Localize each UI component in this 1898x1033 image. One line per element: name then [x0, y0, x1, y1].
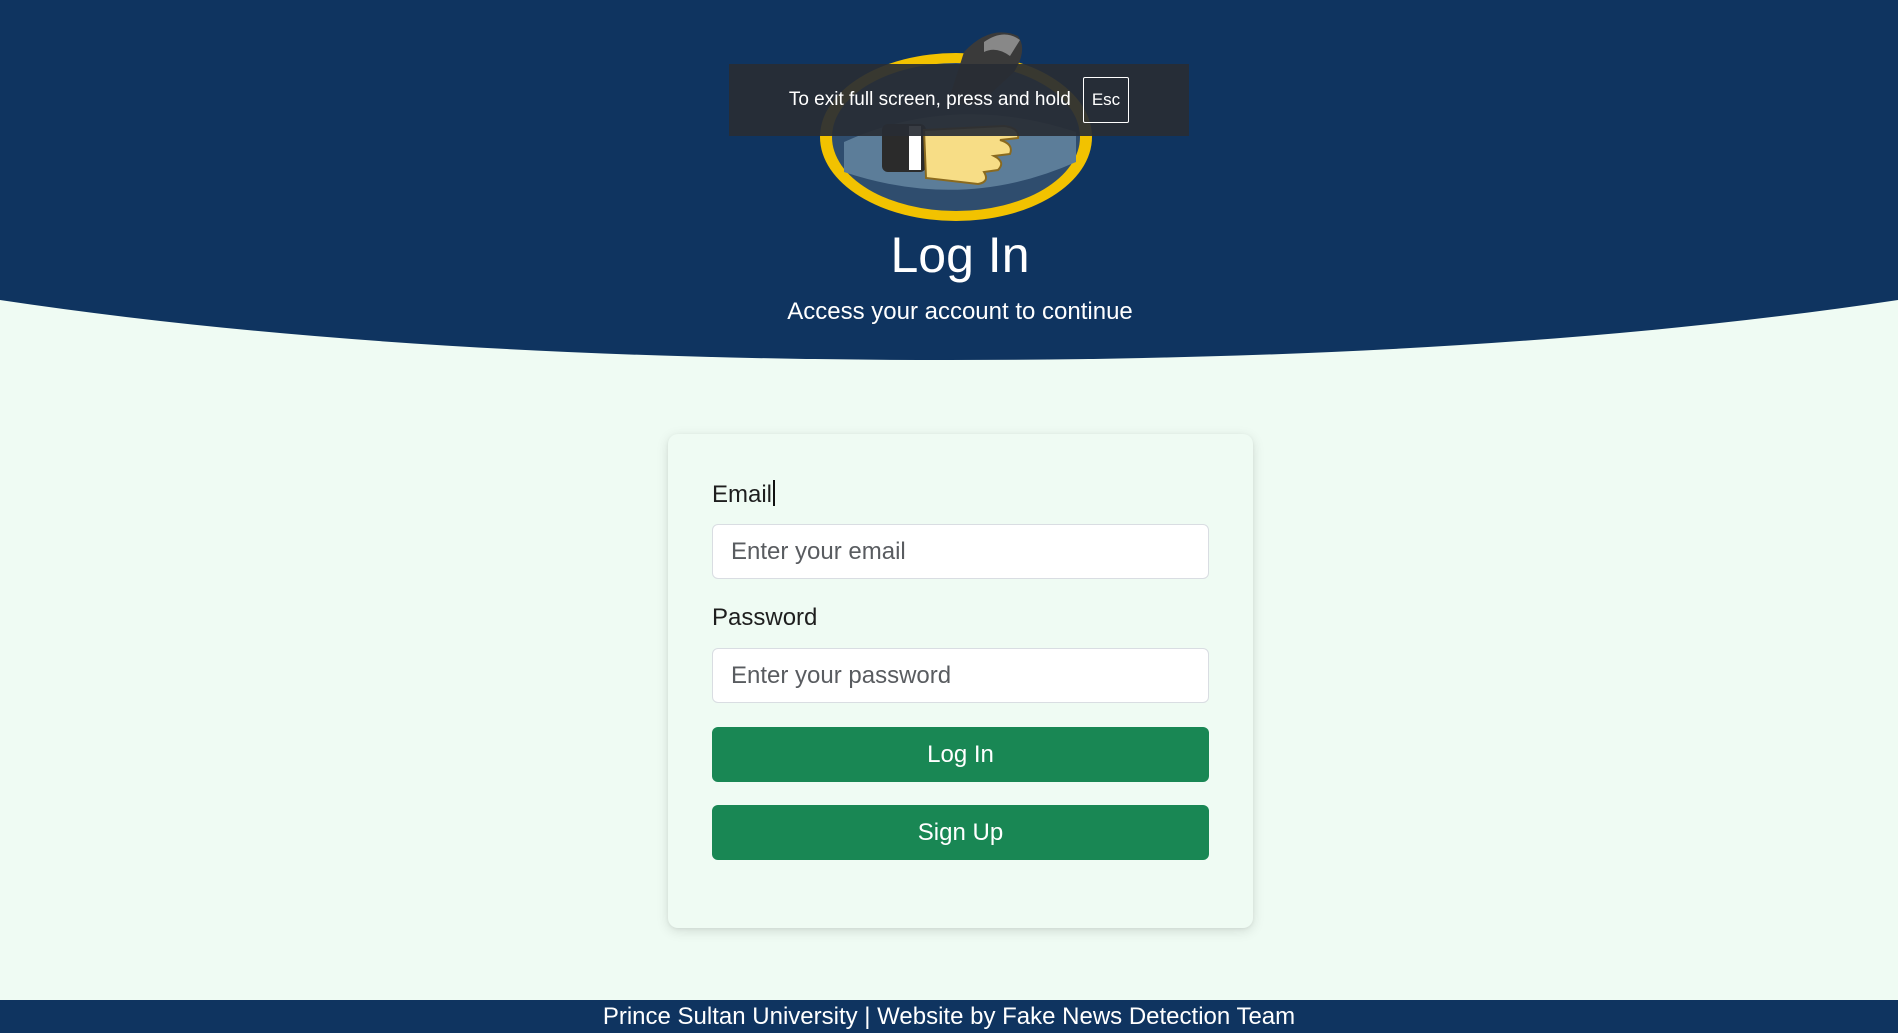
text-cursor	[773, 480, 776, 506]
login-page: Log In Access your account to continue T…	[0, 0, 1898, 1033]
page-header: Log In Access your account to continue	[0, 0, 1898, 360]
page-footer: Prince Sultan University | Website by Fa…	[0, 1000, 1898, 1033]
login-card: Email Password Log In Sign Up	[668, 434, 1253, 928]
email-input[interactable]	[712, 524, 1209, 579]
email-label-text: Email	[712, 481, 773, 508]
email-label: Email	[712, 480, 776, 509]
footer-text: Prince Sultan University | Website by Fa…	[602, 1002, 1296, 1030]
fullscreen-notice: To exit full screen, press and hold Esc	[729, 64, 1189, 136]
page-subtitle: Access your account to continue	[787, 298, 1133, 325]
password-input[interactable]	[712, 648, 1209, 703]
signup-button[interactable]: Sign Up	[712, 805, 1209, 860]
password-label: Password	[712, 604, 818, 631]
login-button[interactable]: Log In	[712, 727, 1209, 782]
fullscreen-notice-text: To exit full screen, press and hold	[788, 89, 1071, 110]
esc-key-badge: Esc	[1082, 77, 1130, 123]
page-title: Log In	[890, 227, 1030, 283]
